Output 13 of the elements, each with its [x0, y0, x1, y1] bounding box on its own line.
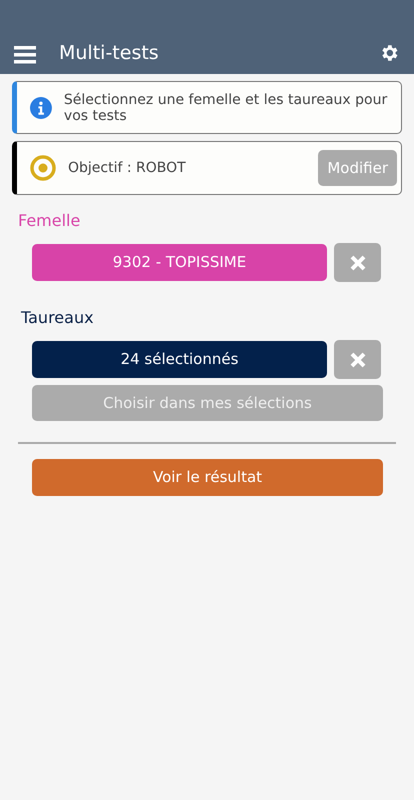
- menu-icon[interactable]: [14, 46, 36, 64]
- female-button[interactable]: 9302 - TOPISSIME: [32, 244, 327, 281]
- modify-button[interactable]: Modifier: [318, 150, 397, 186]
- result-button[interactable]: Voir le résultat: [32, 459, 383, 496]
- section-label: Femelle: [18, 210, 82, 232]
- objective-text: Objectif : ROBOT: [68, 158, 186, 178]
- target-icon: [30, 155, 56, 181]
- bulls-button[interactable]: 24 sélectionnés: [32, 341, 327, 378]
- choose-button[interactable]: Choisir dans mes sélections: [32, 385, 383, 421]
- section-label: Taureaux: [21, 307, 95, 329]
- info-icon: [30, 94, 52, 120]
- screen-title: Multi-tests: [59, 42, 159, 64]
- info-message: Sélectionnez une femelle et les taureaux pour vos tests: [64, 92, 388, 124]
